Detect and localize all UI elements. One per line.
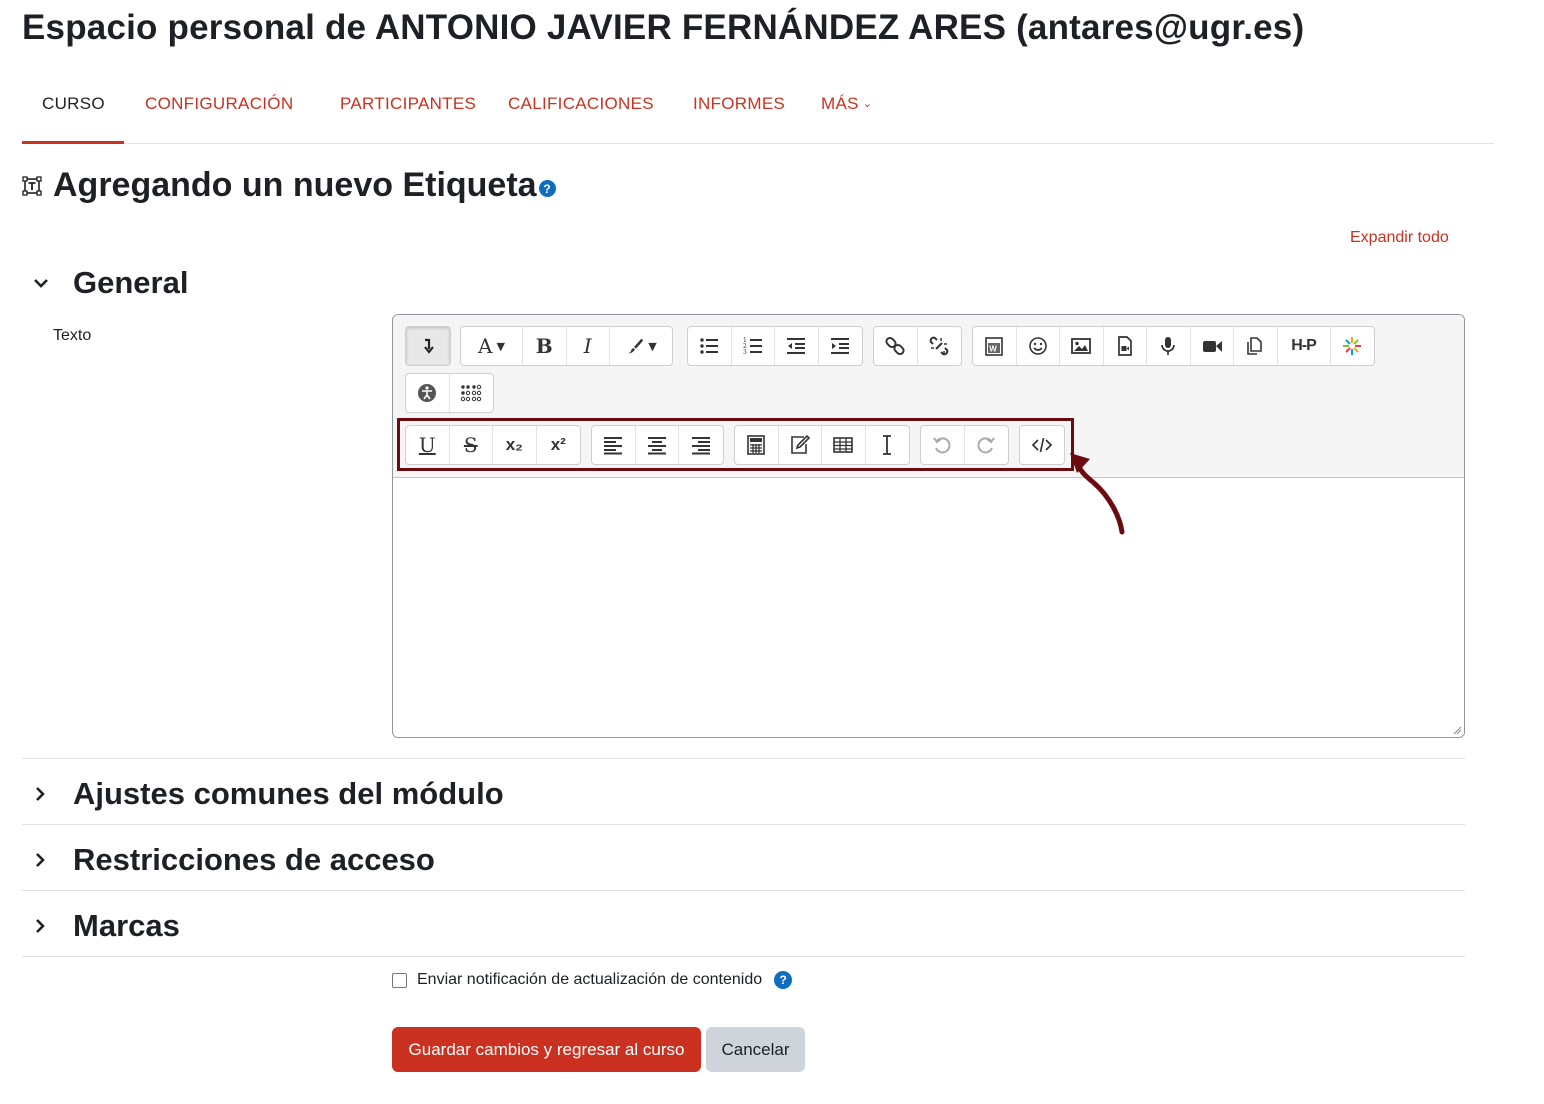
braille-icon[interactable] [450,374,494,412]
chevron-right-icon [22,911,62,941]
toolbar-group-accessibility [405,373,494,413]
help-icon[interactable]: ? [774,971,793,989]
section-restrictions-toggle[interactable]: Restricciones de acceso [22,842,435,878]
section-divider [22,824,1465,825]
ordered-list-icon[interactable]: 123 [732,327,775,365]
section-common-title: Ajustes comunes del módulo [73,776,504,811]
show-more-buttons-icon[interactable] [406,327,450,365]
font-color-icon[interactable]: ▼ [610,327,672,365]
help-icon[interactable]: ? [538,180,556,197]
chevron-right-icon [22,779,62,809]
section-divider [22,956,1465,957]
active-tab-indicator [22,141,124,144]
caret-down-icon: ▼ [648,339,657,353]
italic-icon[interactable]: I [567,327,610,365]
media-icon[interactable] [1104,327,1147,365]
chevron-down-icon [22,268,62,298]
notification-option: Enviar notificación de actualización de … [392,971,793,989]
unordered-list-icon[interactable] [688,327,732,365]
label-module-icon [22,175,42,196]
image-icon[interactable] [1060,327,1104,365]
tab-calificaciones[interactable]: CALIFICACIONES [508,94,654,114]
editor-content-area[interactable] [393,479,1464,737]
save-and-return-button[interactable]: Guardar cambios y regresar al curso [392,1027,701,1072]
svg-text:3: 3 [743,349,747,356]
word-paste-icon[interactable]: W [973,327,1017,365]
section-tags-toggle[interactable]: Marcas [22,908,180,944]
tab-mas[interactable]: MÁS ⌄ [821,94,872,114]
page-title: Agregando un nuevo Etiqueta [53,166,537,204]
cancel-button[interactable]: Cancelar [706,1027,805,1072]
record-audio-icon[interactable] [1147,327,1191,365]
annotation-arrow-icon [1070,453,1125,535]
outdent-icon[interactable] [775,327,819,365]
notification-checkbox[interactable] [392,972,407,988]
toolbar-group-lists: 123 [687,326,863,366]
section-general-toggle[interactable]: General [22,265,188,301]
annotation-highlight-box [397,418,1074,471]
expand-all-link[interactable]: Expandir todo [1350,229,1449,247]
tab-participantes[interactable]: PARTICIPANTES [340,94,476,114]
tab-mas-label: MÁS [821,94,859,113]
section-common-toggle[interactable]: Ajustes comunes del módulo [22,776,504,812]
chevron-right-icon [22,845,62,875]
tab-informes[interactable]: INFORMES [693,94,785,114]
font-size-label: A [478,334,493,358]
rich-text-editor: A ▼ B I ▼ 123 W H-P U S x₂ x² [392,314,1465,738]
text-field-label: Texto [53,327,92,344]
chevron-down-icon: ⌄ [862,98,873,110]
unlink-icon[interactable] [918,327,962,365]
bold-icon[interactable]: B [523,327,567,365]
notification-label: Enviar notificación de actualización de … [417,971,763,988]
toolbar-group-style: A ▼ B I ▼ [460,326,673,366]
svg-text:W: W [990,345,998,354]
caret-down-icon: ▼ [496,339,505,353]
emoji-icon[interactable] [1017,327,1060,365]
font-size-icon[interactable]: A ▼ [461,327,523,365]
tab-configuracion[interactable]: CONFIGURACIÓN [145,94,293,114]
section-restrictions-title: Restricciones de acceso [73,842,435,877]
toolbar-group-links [873,326,962,366]
toolbar-group-collapse [405,326,451,366]
indent-icon[interactable] [819,327,863,365]
record-video-icon[interactable] [1191,327,1234,365]
link-icon[interactable] [874,327,918,365]
kaltura-icon[interactable] [1331,327,1375,365]
section-tags-title: Marcas [73,908,180,943]
module-title: Agregando un nuevo Etiqueta ? [22,166,556,205]
toolbar-group-insert: W H-P [972,326,1375,366]
tab-curso[interactable]: CURSO [42,94,105,114]
page-heading: Espacio personal de ANTONIO JAVIER FERNÁ… [22,8,1305,47]
resize-handle-icon[interactable] [1452,725,1462,735]
section-divider [22,890,1465,891]
h5p-icon[interactable]: H-P [1278,327,1331,365]
accessibility-checker-icon[interactable] [406,374,450,412]
section-divider [22,758,1465,759]
manage-files-icon[interactable] [1234,327,1278,365]
secondary-navigation: CURSO CONFIGURACIÓN PARTICIPANTES CALIFI… [22,66,1494,144]
section-general-title: General [73,265,189,300]
